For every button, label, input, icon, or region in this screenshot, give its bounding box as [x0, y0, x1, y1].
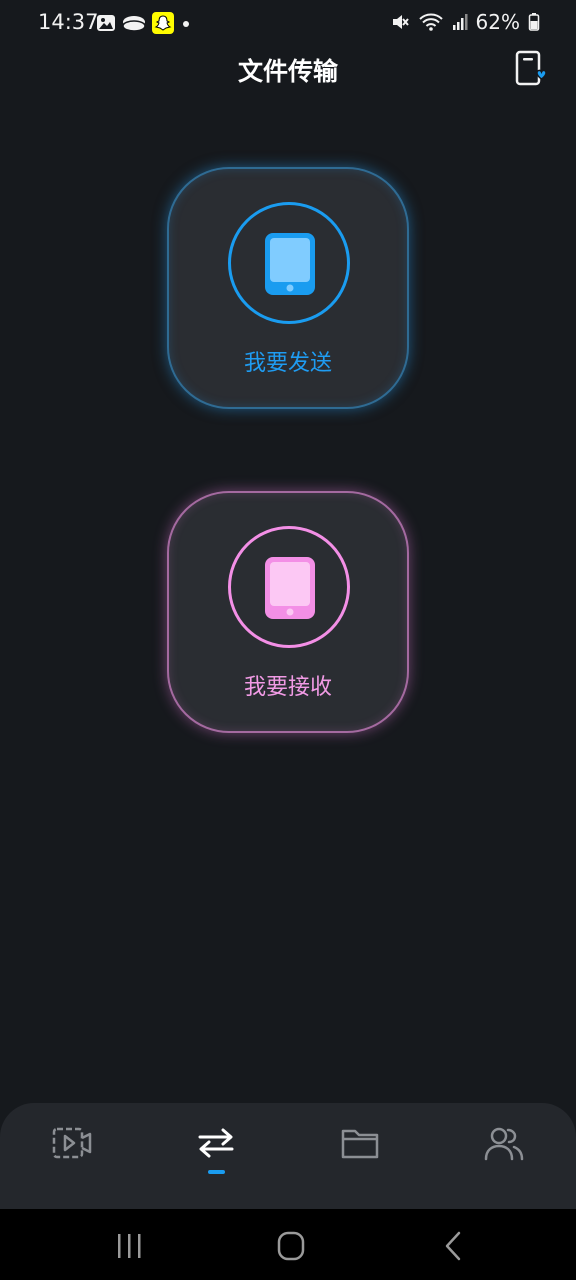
signal-icon — [452, 14, 468, 30]
mute-icon — [392, 15, 409, 29]
video-icon — [52, 1127, 92, 1159]
phone-icon — [265, 557, 315, 619]
folder-icon — [341, 1129, 379, 1159]
receive-label: 我要接收 — [243, 675, 332, 700]
wifi-icon — [418, 13, 443, 31]
transfer-history-icon — [515, 50, 547, 86]
recents-button[interactable] — [110, 1229, 150, 1263]
transfer-arrows-icon — [198, 1128, 234, 1158]
bottom-tab-bar — [0, 1103, 576, 1209]
tab-files[interactable] — [328, 1121, 392, 1187]
transfer-history-button[interactable] — [510, 48, 550, 88]
receive-card[interactable]: 我要接收 — [167, 491, 409, 733]
tab-video[interactable] — [40, 1121, 104, 1187]
home-icon — [277, 1231, 305, 1261]
recents-icon — [118, 1234, 141, 1258]
status-bar: 14:37 62% — [0, 0, 576, 48]
phone-icon — [265, 233, 315, 295]
battery-percent: 62% — [475, 10, 520, 34]
back-icon — [445, 1231, 461, 1261]
back-button[interactable] — [434, 1229, 474, 1263]
gallery-icon — [97, 15, 115, 31]
page-title: 文件传输 — [237, 57, 338, 86]
app-header: 文件传输 — [0, 48, 576, 94]
active-tab-indicator — [208, 1170, 225, 1174]
snapchat-icon — [152, 12, 174, 34]
send-label: 我要发送 — [243, 351, 332, 376]
receive-ring — [228, 526, 350, 648]
dot-icon — [183, 21, 189, 27]
notification-icons — [96, 12, 192, 34]
status-time: 14:37 — [38, 10, 99, 34]
cloud-icon — [122, 16, 146, 32]
send-card[interactable]: 我要发送 — [167, 167, 409, 409]
home-button[interactable] — [271, 1229, 311, 1263]
tab-transfer[interactable] — [184, 1121, 248, 1187]
system-nav-bar — [0, 1209, 576, 1280]
send-ring — [228, 202, 350, 324]
screen: 14:37 62% 文件传输 我要发送 我要接收 — [0, 0, 576, 1280]
tab-contacts[interactable] — [472, 1121, 536, 1187]
battery-icon — [528, 13, 540, 31]
system-status: 62% — [390, 10, 540, 34]
users-icon — [484, 1127, 524, 1161]
